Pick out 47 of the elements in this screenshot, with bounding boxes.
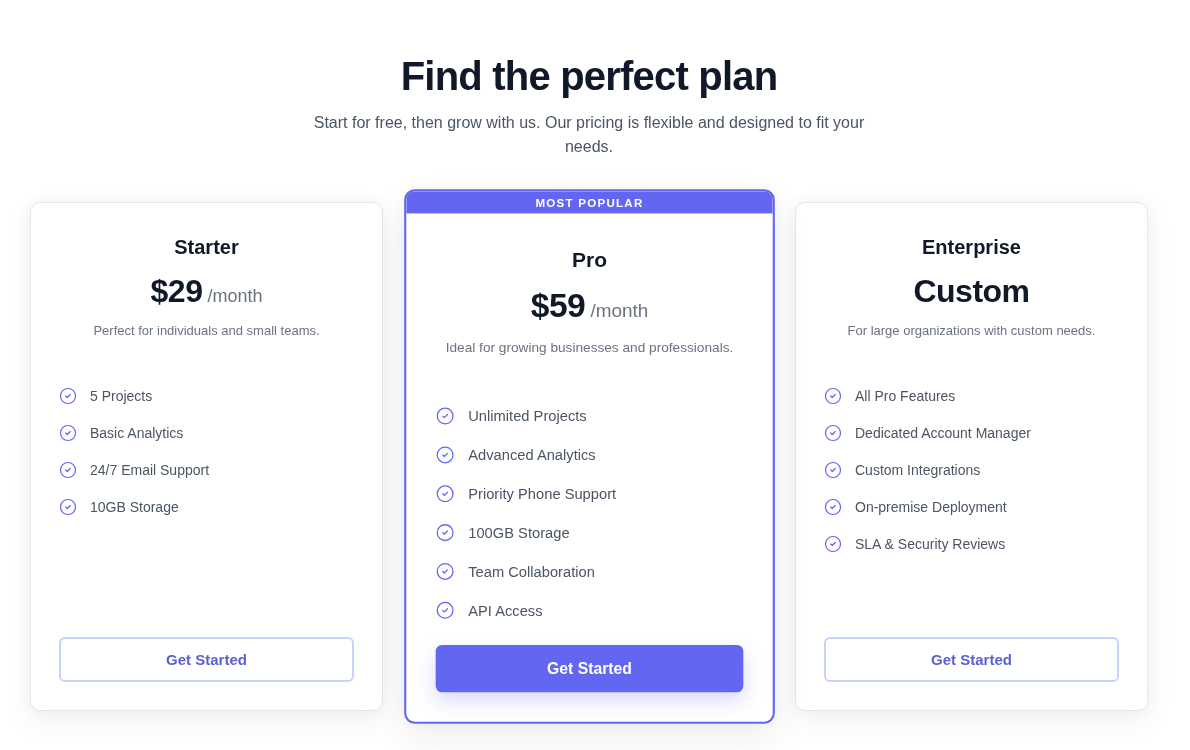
check-circle-icon xyxy=(59,498,77,516)
check-circle-icon xyxy=(824,461,842,479)
check-circle-icon xyxy=(435,445,455,465)
plan-description: Perfect for individuals and small teams. xyxy=(93,322,320,340)
get-started-button[interactable]: Get Started xyxy=(435,644,743,693)
feature-text: API Access xyxy=(467,600,543,621)
get-started-button[interactable]: Get Started xyxy=(824,637,1119,682)
feature-text: 5 Projects xyxy=(90,387,153,406)
check-circle-icon xyxy=(435,600,455,620)
feature-text: Unlimited Projects xyxy=(467,406,587,427)
plan-price: $29 xyxy=(150,272,203,311)
check-circle-icon xyxy=(435,562,455,581)
page-subtitle: Start for free, then grow with us. Our pricing is flexible and designed to fit your needs. xyxy=(312,113,866,157)
feature-text: Priority Phone Support xyxy=(467,484,616,505)
feature-text: All Pro Features xyxy=(855,387,956,406)
feature-text: SLA & Security Reviews xyxy=(855,535,1006,554)
check-circle-icon xyxy=(59,461,77,479)
plan-name: Starter xyxy=(174,235,239,260)
price-period: /month xyxy=(589,299,648,324)
feature-text: On-premise Deployment xyxy=(855,498,1007,517)
check-circle-icon xyxy=(824,535,842,553)
feature-text: Basic Analytics xyxy=(90,424,184,443)
check-circle-icon xyxy=(59,424,77,442)
feature-text: Team Collaboration xyxy=(467,562,595,582)
plan-name: Pro xyxy=(571,247,607,274)
plan-price: $59 xyxy=(530,285,585,327)
popular-banner: MOST POPULAR xyxy=(405,191,773,214)
check-circle-icon xyxy=(824,498,842,516)
feature-text: Custom Integrations xyxy=(855,461,981,480)
feature-text: 24/7 Email Support xyxy=(90,461,210,480)
plan-description: For large organizations with custom needs. xyxy=(847,322,1096,340)
price-period: /month xyxy=(207,285,263,308)
check-circle-icon xyxy=(435,406,455,426)
feature-text: Advanced Analytics xyxy=(467,445,596,466)
plan-name: Enterprise xyxy=(922,235,1021,260)
plan-description: Ideal for growing businesses and professionals. xyxy=(445,338,733,358)
check-circle-icon xyxy=(59,387,77,405)
feature-text: 100GB Storage xyxy=(467,523,570,544)
plan-price: Custom xyxy=(913,272,1030,311)
check-circle-icon xyxy=(435,523,455,543)
feature-text: Dedicated Account Manager xyxy=(855,424,1031,443)
page-title: Find the perfect plan xyxy=(400,53,778,100)
check-circle-icon xyxy=(435,484,455,504)
check-circle-icon xyxy=(824,424,842,442)
feature-text: 10GB Storage xyxy=(90,498,179,517)
check-circle-icon xyxy=(824,387,842,405)
get-started-button[interactable]: Get Started xyxy=(59,637,354,682)
